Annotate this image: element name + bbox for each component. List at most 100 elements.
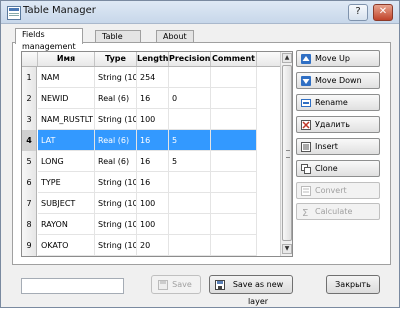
scrollbar-thumb[interactable] bbox=[282, 65, 292, 241]
cell-precision[interactable] bbox=[169, 193, 211, 214]
cell-type[interactable]: Real (6) bbox=[95, 151, 137, 172]
cell-comment[interactable] bbox=[211, 214, 257, 235]
help-button[interactable]: ? bbox=[348, 4, 368, 21]
calculate-button[interactable]: Σ Calculate bbox=[296, 203, 380, 220]
table-row[interactable]: 8 RAYON String (10) 100 bbox=[22, 214, 280, 236]
table-row[interactable]: 5 LONG Real (6) 16 5 bbox=[22, 151, 280, 173]
cell-precision[interactable]: 5 bbox=[169, 151, 211, 172]
table-row[interactable]: 1 NAM String (10) 254 bbox=[22, 67, 280, 89]
scroll-down-arrow-icon[interactable]: ▼ bbox=[282, 244, 292, 254]
cell-precision[interactable] bbox=[169, 172, 211, 193]
cell-length[interactable]: 16 bbox=[137, 130, 169, 151]
move-down-button[interactable]: Move Down bbox=[296, 72, 380, 89]
cell-type[interactable]: String (10) bbox=[95, 235, 137, 256]
cell-precision[interactable] bbox=[169, 235, 211, 256]
cell-precision[interactable]: 0 bbox=[169, 88, 211, 109]
cell-length[interactable]: 20 bbox=[137, 235, 169, 256]
tab-fields-management[interactable]: Fields management bbox=[15, 28, 83, 51]
filter-input[interactable] bbox=[21, 278, 124, 294]
convert-label: Convert bbox=[315, 186, 347, 195]
table-row[interactable]: 4 LAT Real (6) 16 5 bbox=[22, 130, 280, 152]
column-header-precision[interactable]: Precision bbox=[169, 52, 211, 66]
column-header-name[interactable]: Имя bbox=[38, 52, 95, 66]
cell-type[interactable]: String (10) bbox=[95, 109, 137, 130]
cell-name[interactable]: LAT bbox=[38, 130, 95, 151]
cell-comment[interactable] bbox=[211, 67, 257, 88]
clone-label: Clone bbox=[315, 164, 338, 173]
cell-comment[interactable] bbox=[211, 172, 257, 193]
cell-type[interactable]: String (10) bbox=[95, 67, 137, 88]
table-row[interactable]: 2 NEWID Real (6) 16 0 bbox=[22, 88, 280, 110]
insert-button[interactable]: Insert bbox=[296, 138, 380, 155]
close-window-button[interactable]: ✕ bbox=[373, 4, 393, 21]
vertical-scrollbar[interactable]: ▲ ▼ bbox=[280, 52, 292, 256]
grip-icon bbox=[286, 150, 290, 158]
cell-precision[interactable] bbox=[169, 109, 211, 130]
cell-name[interactable]: OKATO bbox=[38, 235, 95, 256]
cell-type[interactable]: String (10) bbox=[95, 214, 137, 235]
cell-length[interactable]: 100 bbox=[137, 109, 169, 130]
cell-length[interactable]: 254 bbox=[137, 67, 169, 88]
cell-precision[interactable] bbox=[169, 67, 211, 88]
sigma-icon: Σ bbox=[302, 208, 308, 217]
table-manager-window: Table Manager ? ✕ Fields management Tabl… bbox=[0, 0, 400, 308]
close-button[interactable]: Закрыть bbox=[326, 275, 380, 294]
cell-name[interactable]: LONG bbox=[38, 151, 95, 172]
move-up-button[interactable]: Move Up bbox=[296, 50, 380, 67]
svg-text:Σ: Σ bbox=[302, 208, 308, 217]
clone-button[interactable]: Clone bbox=[296, 160, 380, 177]
column-header-type[interactable]: Type bbox=[95, 52, 137, 66]
table-row[interactable]: 9 OKATO String (10) 20 bbox=[22, 235, 280, 256]
row-number[interactable]: 4 bbox=[22, 130, 37, 152]
cell-length[interactable]: 100 bbox=[137, 193, 169, 214]
cell-precision[interactable]: 5 bbox=[169, 130, 211, 151]
cell-length[interactable]: 16 bbox=[137, 172, 169, 193]
row-number[interactable]: 5 bbox=[22, 151, 37, 173]
row-number[interactable]: 3 bbox=[22, 109, 37, 131]
convert-icon bbox=[301, 186, 311, 196]
cell-name[interactable]: NAM bbox=[38, 67, 95, 88]
convert-button[interactable]: Convert bbox=[296, 182, 380, 199]
row-number[interactable]: 1 bbox=[22, 67, 37, 89]
title-bar[interactable]: Table Manager ? ✕ bbox=[1, 1, 399, 24]
save-button[interactable]: Save bbox=[151, 275, 201, 294]
save-label: Save bbox=[172, 280, 192, 289]
cell-precision[interactable] bbox=[169, 214, 211, 235]
cell-name[interactable]: TYPE bbox=[38, 172, 95, 193]
table-row[interactable]: 7 SUBJECT String (10) 100 bbox=[22, 193, 280, 215]
delete-label: Удалить bbox=[315, 120, 350, 129]
cell-type[interactable]: String (10) bbox=[95, 193, 137, 214]
cell-comment[interactable] bbox=[211, 193, 257, 214]
cell-type[interactable]: String (10) bbox=[95, 172, 137, 193]
rename-button[interactable]: Rename bbox=[296, 94, 380, 111]
cell-length[interactable]: 16 bbox=[137, 151, 169, 172]
scroll-up-arrow-icon[interactable]: ▲ bbox=[282, 53, 292, 63]
table-row[interactable]: 6 TYPE String (10) 16 bbox=[22, 172, 280, 194]
row-number[interactable]: 2 bbox=[22, 88, 37, 110]
table-row[interactable]: 3 NAM_RUSTLT String (10) 100 bbox=[22, 109, 280, 131]
move-up-label: Move Up bbox=[315, 54, 350, 63]
row-number[interactable]: 7 bbox=[22, 193, 37, 215]
cell-name[interactable]: RAYON bbox=[38, 214, 95, 235]
row-number[interactable]: 8 bbox=[22, 214, 37, 236]
cell-length[interactable]: 16 bbox=[137, 88, 169, 109]
cell-comment[interactable] bbox=[211, 130, 257, 151]
cell-comment[interactable] bbox=[211, 151, 257, 172]
column-header-length[interactable]: Length bbox=[137, 52, 169, 66]
save-as-new-layer-button[interactable]: Save as new layer bbox=[209, 275, 293, 306]
cell-comment[interactable] bbox=[211, 88, 257, 109]
cell-name[interactable]: NEWID bbox=[38, 88, 95, 109]
cell-type[interactable]: Real (6) bbox=[95, 130, 137, 151]
cell-length[interactable]: 100 bbox=[137, 214, 169, 235]
cell-comment[interactable] bbox=[211, 235, 257, 256]
cell-comment[interactable] bbox=[211, 109, 257, 130]
table-header: Имя Type Length Precision Comment bbox=[22, 52, 292, 67]
cell-type[interactable]: Real (6) bbox=[95, 88, 137, 109]
column-header-comment[interactable]: Comment bbox=[211, 52, 257, 66]
delete-button[interactable]: Удалить bbox=[296, 116, 380, 133]
cell-name[interactable]: SUBJECT bbox=[38, 193, 95, 214]
row-number[interactable]: 6 bbox=[22, 172, 37, 194]
calculate-label: Calculate bbox=[315, 207, 353, 216]
row-number[interactable]: 9 bbox=[22, 235, 37, 256]
cell-name[interactable]: NAM_RUSTLT bbox=[38, 109, 95, 130]
